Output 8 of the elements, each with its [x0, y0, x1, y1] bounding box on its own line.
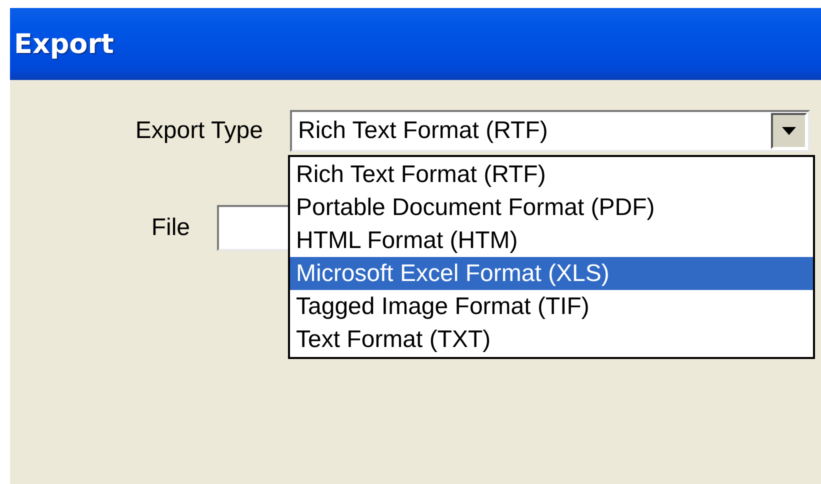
- export-type-dropdown[interactable]: Rich Text Format (RTF): [290, 110, 810, 152]
- export-type-label: Export Type: [134, 117, 263, 145]
- file-label: File: [150, 214, 190, 242]
- dropdown-option[interactable]: Microsoft Excel Format (XLS): [290, 257, 813, 290]
- window-title: Export: [14, 28, 114, 60]
- dropdown-button[interactable]: [771, 113, 807, 149]
- dropdown-value: Rich Text Format (RTF): [298, 117, 549, 145]
- caret-icon: [782, 127, 796, 135]
